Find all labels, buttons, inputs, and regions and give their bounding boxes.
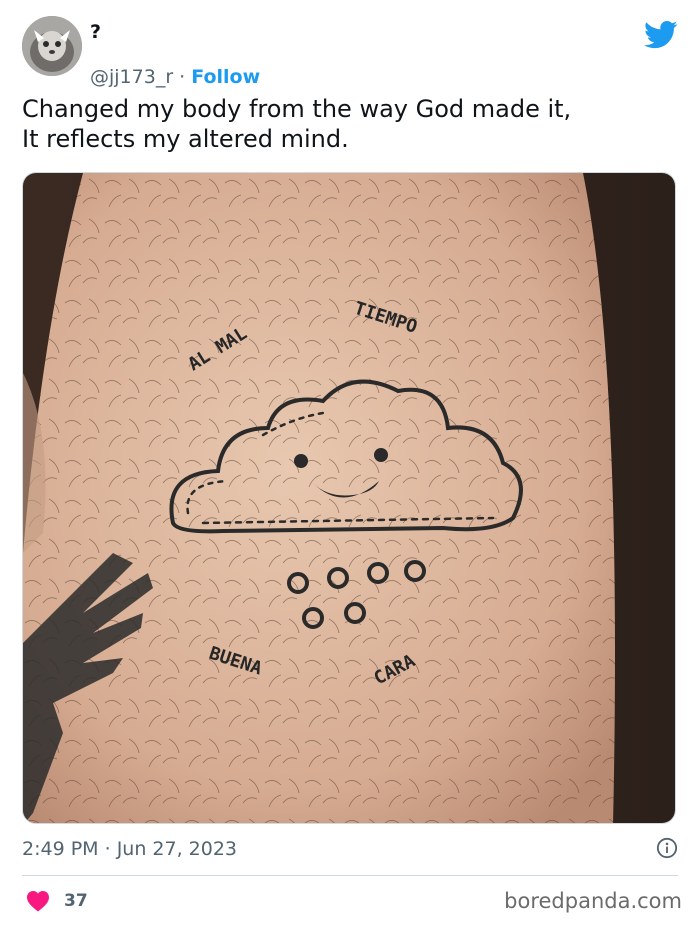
follow-button[interactable]: Follow [191,66,260,88]
watermark: boredpanda.com [504,889,682,913]
tweet-text-line-2: It reflects my altered mind. [22,125,349,153]
tweet-date: Jun 27, 2023 [116,838,238,860]
tweet-text: Changed my body from the way God made it… [22,94,678,154]
timestamp-separator: · [98,838,117,860]
handle-line: @jj173_r · Follow [90,65,260,89]
tweet-photo[interactable]: AL MAL TIEMPO BUENA CARA [22,172,676,824]
tweet-text-line-1: Changed my body from the way God made it… [22,95,572,123]
tweet-card: ? @jj173_r · Follow Changed my body from… [0,0,700,927]
info-icon[interactable] [656,837,678,859]
handle-separator: · [173,66,192,88]
avatar[interactable] [22,16,82,76]
display-name[interactable]: ? [90,20,101,44]
divider [22,875,678,876]
like-button[interactable]: 37 [26,888,88,914]
tweet-time: 2:49 PM [22,838,99,860]
tweet-header: ? @jj173_r · Follow [22,16,678,88]
tweet-timestamp[interactable]: 2:49 PM · Jun 27, 2023 [22,836,678,864]
like-count: 37 [64,891,88,911]
heart-icon [27,891,49,912]
user-handle[interactable]: @jj173_r [90,66,173,88]
twitter-bird-icon[interactable] [644,20,678,50]
